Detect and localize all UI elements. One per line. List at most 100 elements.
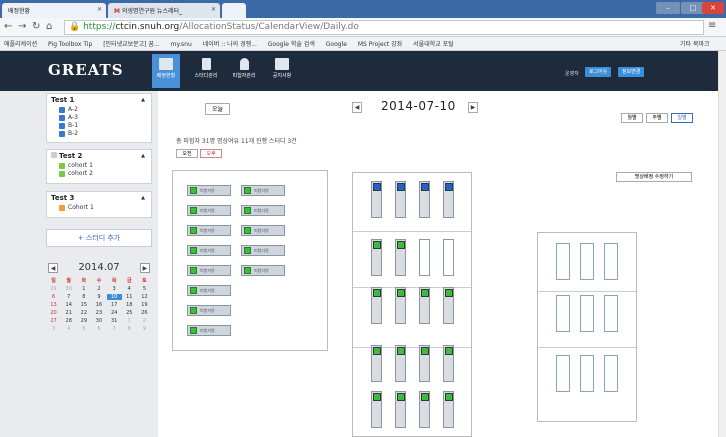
calendar-day[interactable]: 28 [61, 318, 76, 324]
close-icon[interactable]: ✕ [97, 6, 102, 13]
calendar-day[interactable]: 14 [61, 302, 76, 308]
calendar-day[interactable]: 5 [137, 286, 152, 292]
bookmark-item[interactable]: 네이버 :: 나의 경쟁... [199, 37, 262, 48]
seat[interactable] [443, 239, 454, 276]
cohort-item[interactable]: Cohort 1 [47, 204, 151, 212]
seat[interactable]: 피험자명 [241, 245, 285, 256]
checkbox-icon[interactable] [59, 163, 65, 169]
tab-active[interactable]: 배정현황 ✕ [2, 3, 106, 18]
new-tab-button[interactable] [222, 3, 246, 18]
url-field[interactable]: 🔒 https://ctcin.snuh.org/AllocationStatu… [64, 20, 704, 35]
seat[interactable] [371, 239, 382, 276]
next-day-button[interactable]: ▶ [468, 102, 478, 113]
calendar-day[interactable]: 1 [76, 286, 91, 292]
profile-button[interactable]: 정보변경 [618, 67, 645, 77]
nav-study[interactable]: 스터디관리 [192, 54, 220, 88]
seat[interactable] [419, 345, 430, 382]
calendar-day[interactable]: 7 [61, 294, 76, 300]
seat[interactable] [556, 295, 570, 332]
seat[interactable]: 피험자명 [187, 185, 231, 196]
nav-subject[interactable]: 피험자관리 [230, 54, 258, 88]
seat[interactable]: 피험자명 [187, 285, 231, 296]
calendar-day[interactable]: 9 [91, 294, 106, 300]
calendar-day[interactable]: 20 [46, 310, 61, 316]
checkbox-icon[interactable] [59, 131, 65, 137]
calendar-day[interactable]: 3 [46, 326, 61, 332]
calendar-day[interactable]: 3 [107, 286, 122, 292]
logo[interactable]: GREATS [48, 61, 124, 79]
bookmark-item[interactable]: Google 학술 검색 [264, 37, 320, 48]
session-pm-button[interactable]: 오후 [200, 149, 222, 158]
calendar-day[interactable]: 4 [122, 286, 137, 292]
calendar-day[interactable]: 5 [76, 326, 91, 332]
calendar-day[interactable]: 29 [46, 286, 61, 292]
calendar-day[interactable]: 17 [107, 302, 122, 308]
calendar-day[interactable]: 2 [91, 286, 106, 292]
cohort-item[interactable]: B-1 [47, 122, 151, 130]
cohort-item[interactable]: cohort 2 [47, 170, 151, 178]
calendar-day[interactable]: 23 [91, 310, 106, 316]
bookmark-item[interactable]: 서울대학교 포털 [409, 37, 459, 48]
menu-icon[interactable]: ≡ [708, 20, 716, 31]
minimize-button[interactable]: – [656, 2, 680, 14]
calendar-day[interactable]: 27 [46, 318, 61, 324]
calendar-day[interactable]: 12 [137, 294, 152, 300]
calendar-day[interactable]: 6 [91, 326, 106, 332]
nav-notice[interactable]: 공지사항 [268, 54, 296, 88]
calendar-day[interactable]: 16 [91, 302, 106, 308]
seat[interactable] [580, 295, 594, 332]
other-bookmarks[interactable]: 기타 북마크 [680, 39, 710, 48]
forward-icon[interactable]: → [18, 21, 26, 32]
calendar-day[interactable]: 31 [107, 318, 122, 324]
calendar-day[interactable]: 4 [61, 326, 76, 332]
calendar-day[interactable]: 7 [107, 326, 122, 332]
seat[interactable] [604, 243, 618, 280]
view-daily-button[interactable]: 일별 [671, 113, 693, 123]
prev-month-button[interactable]: ◀ [48, 262, 58, 273]
seat[interactable] [443, 345, 454, 382]
bookmark-item[interactable]: my.snu [167, 39, 197, 48]
seat[interactable] [419, 287, 430, 324]
seat[interactable] [556, 243, 570, 280]
seat[interactable]: 피험자명 [241, 265, 285, 276]
seat[interactable] [371, 391, 382, 428]
collapse-icon[interactable]: ▲ [141, 195, 145, 201]
calendar-day[interactable]: 8 [122, 326, 137, 332]
seat[interactable]: 피험자명 [187, 305, 231, 316]
bookmark-item[interactable]: Pig Toolbox Tip [44, 39, 97, 48]
checkbox-icon[interactable] [59, 107, 65, 113]
group-title[interactable]: Test 2 [47, 150, 151, 162]
seat[interactable]: 피험자명 [241, 225, 285, 236]
bookmark-item[interactable]: Google [322, 39, 352, 48]
seat[interactable] [395, 345, 406, 382]
seat[interactable] [580, 355, 594, 392]
view-weekly-button[interactable]: 주별 [646, 113, 668, 123]
seat[interactable]: 피험자명 [241, 205, 285, 216]
seat[interactable] [371, 287, 382, 324]
today-button[interactable]: 오늘 [205, 103, 230, 115]
cohort-item[interactable]: A-3 [47, 114, 151, 122]
session-am-button[interactable]: 오전 [176, 149, 198, 158]
seat[interactable] [556, 355, 570, 392]
calendar-day[interactable]: 19 [137, 302, 152, 308]
seat[interactable] [443, 391, 454, 428]
seat[interactable] [604, 295, 618, 332]
edit-layout-button[interactable]: 명상배정 수정하기 [616, 172, 692, 182]
calendar-day[interactable]: 13 [46, 302, 61, 308]
close-icon[interactable]: ✕ [211, 6, 216, 13]
seat[interactable] [395, 181, 406, 218]
seat[interactable] [604, 355, 618, 392]
view-monthly-button[interactable]: 월별 [621, 113, 643, 123]
reload-icon[interactable]: ↻ [32, 21, 40, 32]
window-close-button[interactable]: ✕ [702, 2, 724, 14]
collapse-icon[interactable]: ▲ [141, 97, 145, 103]
add-study-button[interactable]: + 스터디 추가 [46, 229, 152, 247]
cohort-item[interactable]: A-2 [47, 106, 151, 114]
prev-day-button[interactable]: ◀ [352, 102, 362, 113]
calendar-day[interactable]: 11 [122, 294, 137, 300]
calendar-day[interactable]: 30 [91, 318, 106, 324]
calendar-day[interactable]: 18 [122, 302, 137, 308]
calendar-day[interactable]: 29 [76, 318, 91, 324]
calendar-day[interactable]: 25 [122, 310, 137, 316]
calendar-day[interactable]: 9 [137, 326, 152, 332]
